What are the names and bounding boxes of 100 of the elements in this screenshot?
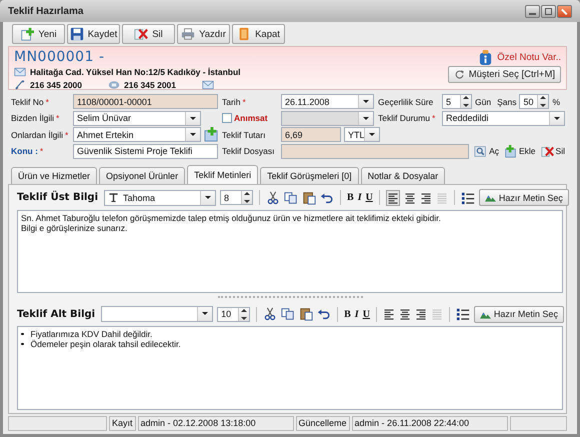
fax-number: 216 345 2001 <box>124 80 176 90</box>
copy-icon[interactable] <box>281 307 296 321</box>
open-file-icon <box>474 144 488 158</box>
save-icon <box>70 27 84 41</box>
file-field[interactable] <box>281 144 470 158</box>
copy-icon[interactable] <box>284 190 298 204</box>
paste-icon[interactable] <box>302 190 316 204</box>
new-icon <box>20 27 34 41</box>
minimize-button[interactable] <box>525 4 540 18</box>
close-button[interactable] <box>557 4 572 18</box>
required-mark: * <box>64 130 68 140</box>
validity-spinner[interactable]: 5 <box>442 94 472 109</box>
save-button[interactable]: Kaydet <box>67 24 120 44</box>
maximize-button[interactable] <box>541 4 556 18</box>
status-label: Güncelleme <box>296 416 350 430</box>
text-editor[interactable]: Fiyatlarımıza KDV Dahil değildir. Ödemeler peşin olarak tahsil edilecektir. <box>17 326 563 410</box>
align-center-icon <box>404 192 416 204</box>
field-label: Bizden İlgili <box>11 113 54 123</box>
section-title: Teklif Üst Bilgi <box>17 192 98 203</box>
add-file-button[interactable]: Ekle <box>504 144 536 158</box>
section-title: Teklif Alt Bilgi <box>17 308 96 320</box>
open-file-button[interactable]: Aç <box>474 144 499 158</box>
tab[interactable]: Opsiyonel Ürünler <box>99 166 186 184</box>
format-button[interactable]: U <box>366 192 373 203</box>
align-right-icon <box>414 308 427 320</box>
select-customer-button[interactable]: Müşteri Seç [Ctrl+M] <box>448 66 561 83</box>
format-button[interactable]: U <box>362 308 370 320</box>
chance-spinner[interactable]: 50 <box>519 94 550 109</box>
list-item: Ödemeler peşin olarak tahsil edilecektir. <box>30 339 181 349</box>
justify-icon <box>430 308 443 320</box>
phone-number: 216 345 2000 <box>30 80 82 90</box>
reminder-checkbox[interactable] <box>222 113 232 123</box>
close-button[interactable]: Kapat <box>232 24 285 44</box>
delete-button[interactable]: Sil <box>122 24 175 44</box>
field-label: Teklif Tutarı <box>222 130 266 140</box>
format-button[interactable]: I <box>358 192 362 203</box>
special-note-link[interactable]: Özel Notu Var.. <box>497 52 561 62</box>
cut-icon[interactable] <box>266 190 280 204</box>
justify-icon <box>436 192 448 204</box>
contact-dropdown[interactable]: Ahmet Ertekin <box>73 127 201 142</box>
tab[interactable]: Teklif Metinleri <box>187 164 258 184</box>
phone-icon <box>14 79 26 91</box>
font-icon <box>108 192 120 203</box>
unit-label: Gün <box>475 96 492 106</box>
undo-icon[interactable] <box>320 190 334 204</box>
text-line: Sn. Ahmet Taburoğlu telefon görüşmemizde talep etmiş olduğunuz ürün ve hizmetlere ait teklifimiz ekteki gibidir. <box>21 212 442 222</box>
splitter-handle[interactable] <box>218 296 362 300</box>
undo-icon[interactable] <box>317 307 332 321</box>
field-label: Geçerlilik Süre <box>378 96 434 106</box>
required-mark: * <box>40 146 44 156</box>
font-size-spinner[interactable]: 10 <box>217 306 250 322</box>
subject-field[interactable]: Güvenlik Sistemi Proje Teklifi <box>73 144 218 158</box>
text-editor[interactable]: Sn. Ahmet Taburoğlu telefon görüşmemizde talep etmiş olduğunuz ürün ve hizmetlere ait teklifimiz ekteki gibidir. Bilgi e görüşlerinize sunarız. <box>17 210 563 293</box>
bullet-list-icon[interactable] <box>460 190 475 204</box>
field-label: Şans <box>497 96 516 106</box>
customer-code: MN000001 - <box>14 49 106 65</box>
offer-number-field[interactable]: 1108/00001-00001 <box>73 94 218 109</box>
reminder-label: Anımsat <box>234 113 268 123</box>
tab[interactable]: Ürün ve Hizmetler <box>11 166 98 184</box>
print-button[interactable]: Yazdır <box>177 24 230 44</box>
format-button[interactable]: B <box>344 308 351 320</box>
add-file-icon <box>504 144 517 158</box>
preset-text-button[interactable]: Hazır Metin Seç <box>478 189 569 206</box>
font-size-spinner[interactable]: 8 <box>220 190 254 205</box>
add-contact-icon[interactable] <box>204 127 219 142</box>
envelope-icon <box>14 66 26 78</box>
format-button[interactable]: I <box>354 308 359 320</box>
field-label: Onlardan İlgili <box>11 130 63 140</box>
contact-dropdown[interactable]: Selim Ünüvar <box>73 110 201 126</box>
date-picker[interactable]: 26.11.2008 <box>281 94 374 109</box>
delete-icon <box>134 27 148 41</box>
bullet-icon <box>21 342 24 346</box>
status-value: admin - 26.11.2008 22:44:00 <box>352 416 508 430</box>
new-button[interactable]: Yeni <box>12 24 65 44</box>
paste-icon[interactable] <box>299 307 314 321</box>
window-title: Teklif Hazırlama <box>8 6 84 16</box>
tab[interactable]: Notlar & Dosyalar <box>360 166 446 184</box>
cut-icon[interactable] <box>263 307 278 321</box>
field-label: Tarih <box>222 96 240 106</box>
bullet-list-icon[interactable] <box>456 307 470 321</box>
email-icon[interactable] <box>202 79 214 91</box>
field-label: Teklif No <box>11 96 44 106</box>
align-left-icon <box>382 308 395 320</box>
format-button[interactable]: B <box>347 192 354 203</box>
amount-field[interactable]: 6,69 <box>281 127 341 142</box>
bullet-icon <box>21 332 24 336</box>
tab[interactable]: Teklif Görüşmeleri [0] <box>260 166 359 184</box>
text-line: Bilgi e görüşlerinize sunarız. <box>21 222 128 232</box>
printer-icon <box>181 27 196 41</box>
delete-file-button[interactable]: Sil <box>540 144 565 158</box>
font-dropdown[interactable]: Tahoma <box>104 190 216 206</box>
status-label: Kayıt <box>109 416 136 430</box>
preset-text-button[interactable]: Hazır Metin Seç <box>474 306 564 322</box>
field-label: Konu : <box>11 146 38 156</box>
note-icon <box>478 50 494 64</box>
status-dropdown[interactable]: Reddedildi <box>442 110 565 126</box>
customer-address: Halitağa Cad. Yüksel Han No:12/5 Kadıköy - İstanbul <box>30 67 241 77</box>
refresh-icon <box>454 69 465 80</box>
currency-dropdown[interactable]: YTL <box>344 127 380 142</box>
align-left-button[interactable] <box>386 190 400 206</box>
